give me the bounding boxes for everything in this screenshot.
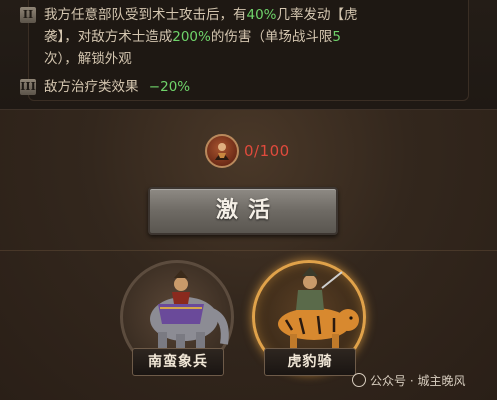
unit-name-label: 虎豹骑: [264, 348, 356, 376]
divider: [0, 250, 497, 251]
skill-row-2: II 我方任意部队受到术士攻击后，有40%几率发动【虎 袭】，对敌方术士造成20…: [20, 4, 464, 70]
activate-button[interactable]: 激活: [148, 187, 338, 235]
roman-numeral-badge: III: [20, 79, 36, 95]
roman-numeral-badge: II: [20, 7, 36, 23]
progress-counter: 0/100: [244, 142, 290, 160]
unit-name-label: 南蛮象兵: [132, 348, 224, 376]
skill-line-3: 次），解锁外观: [44, 51, 132, 67]
limit-value: 5: [332, 29, 341, 45]
unlock-token-icon: [205, 134, 239, 168]
skill-line-2: 袭】，对敌方术士造成200%的伤害（单场战斗限5: [44, 29, 341, 45]
skill-description-panel: II 我方任意部队受到术士攻击后，有40%几率发动【虎 袭】，对敌方术士造成20…: [0, 0, 497, 110]
unit-card-tiger-cavalry[interactable]: 虎豹骑: [250, 260, 370, 378]
elephant-rider-icon: [150, 270, 229, 350]
skill-line-1: 我方任意部队受到术士攻击后，有40%几率发动【虎: [44, 7, 358, 23]
skill-row-3: III 敌方治疗类效果 −20%: [20, 76, 464, 98]
skill-text: 敌方治疗类效果: [44, 79, 139, 95]
damage-value: 200%: [172, 29, 211, 45]
wechat-icon: [352, 373, 366, 387]
chance-value: 40%: [246, 7, 277, 23]
tiger-rider-icon: [278, 267, 359, 348]
heal-reduction-value: −20%: [148, 79, 191, 95]
unit-card-elephant[interactable]: 南蛮象兵: [118, 260, 238, 378]
watermark: 公众号 · 城主晚风: [352, 372, 465, 389]
